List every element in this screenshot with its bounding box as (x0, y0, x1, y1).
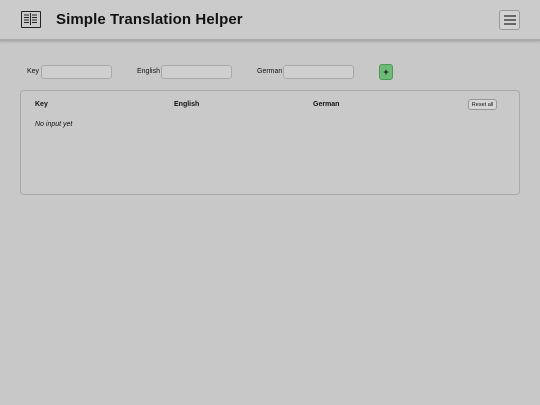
app-header: Simple Translation Helper (0, 0, 540, 41)
key-label: Key (27, 68, 40, 75)
german-input[interactable] (283, 65, 354, 79)
menu-button[interactable] (499, 10, 520, 30)
column-header-german: German (313, 101, 340, 108)
add-translation-button[interactable]: + (379, 64, 393, 80)
hamburger-menu-icon (503, 15, 516, 25)
app-title: Simple Translation Helper (56, 11, 243, 28)
empty-state-message: No input yet (35, 121, 73, 128)
german-label: German (257, 68, 283, 75)
english-input[interactable] (161, 65, 232, 79)
english-label: English (137, 68, 160, 75)
column-header-key: Key (35, 101, 48, 108)
translations-table: Key English German Reset all No input ye… (20, 90, 520, 195)
book-open-icon (21, 11, 41, 28)
column-header-english: English (174, 101, 200, 108)
reset-all-button[interactable]: Reset all (468, 99, 497, 110)
key-input[interactable] (41, 65, 112, 79)
